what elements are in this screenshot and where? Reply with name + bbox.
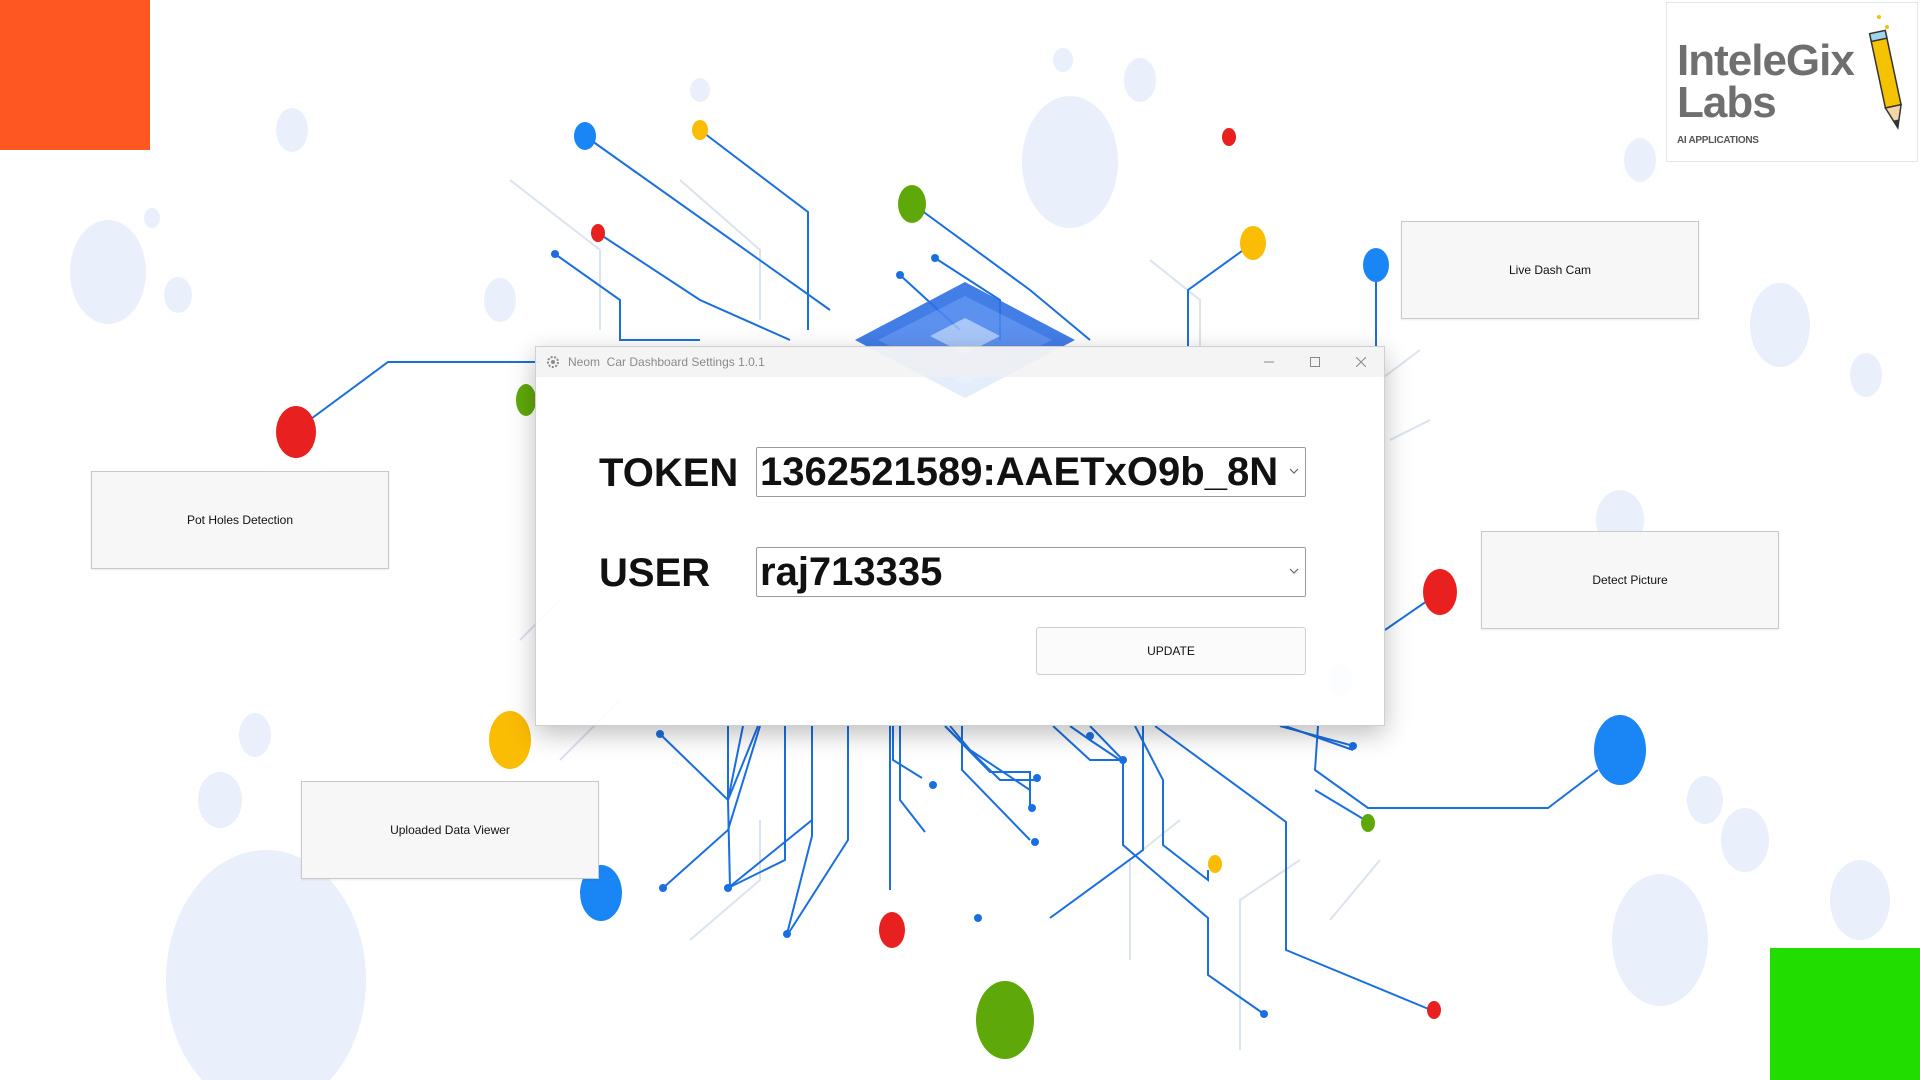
live-dash-cam-button[interactable]: Live Dash Cam	[1401, 221, 1699, 319]
chevron-down-icon	[1289, 568, 1299, 574]
token-label: TOKEN	[599, 451, 739, 495]
user-value: raj713335	[760, 550, 943, 594]
corner-decoration-orange	[0, 0, 150, 150]
user-label: USER	[599, 551, 711, 595]
minimize-icon	[1264, 361, 1274, 363]
gear-icon	[546, 355, 560, 369]
maximize-icon	[1310, 357, 1320, 367]
user-combobox[interactable]: raj713335	[756, 547, 1306, 597]
intelegix-labs-logo: InteleGix Labs AI APPLICATIONS	[1666, 2, 1918, 162]
pot-holes-detection-button[interactable]: Pot Holes Detection	[91, 471, 389, 569]
logo-name-line2: Labs	[1677, 78, 1777, 127]
minimize-button[interactable]	[1246, 347, 1292, 377]
chevron-down-icon	[1289, 468, 1299, 474]
corner-decoration-green	[1770, 948, 1920, 1080]
logo-tagline: AI APPLICATIONS	[1677, 135, 1759, 146]
window-title: Neom Car Dashboard Settings 1.0.1	[568, 355, 765, 369]
update-button[interactable]: UPDATE	[1036, 627, 1306, 675]
maximize-button[interactable]	[1292, 347, 1338, 377]
settings-window: Neom Car Dashboard Settings 1.0.1 TOKEN …	[535, 346, 1385, 726]
close-icon	[1356, 357, 1366, 367]
token-value: 1362521589:AAETxO9b_8NL	[760, 450, 1280, 494]
logo-name-line1: InteleGix	[1677, 36, 1855, 85]
detect-picture-button[interactable]: Detect Picture	[1481, 531, 1779, 629]
token-combobox[interactable]: 1362521589:AAETxO9b_8NL	[756, 447, 1306, 497]
window-titlebar[interactable]: Neom Car Dashboard Settings 1.0.1	[536, 347, 1384, 377]
pencil-icon	[1868, 15, 1902, 131]
close-button[interactable]	[1338, 347, 1384, 377]
uploaded-data-viewer-button[interactable]: Uploaded Data Viewer	[301, 781, 599, 879]
